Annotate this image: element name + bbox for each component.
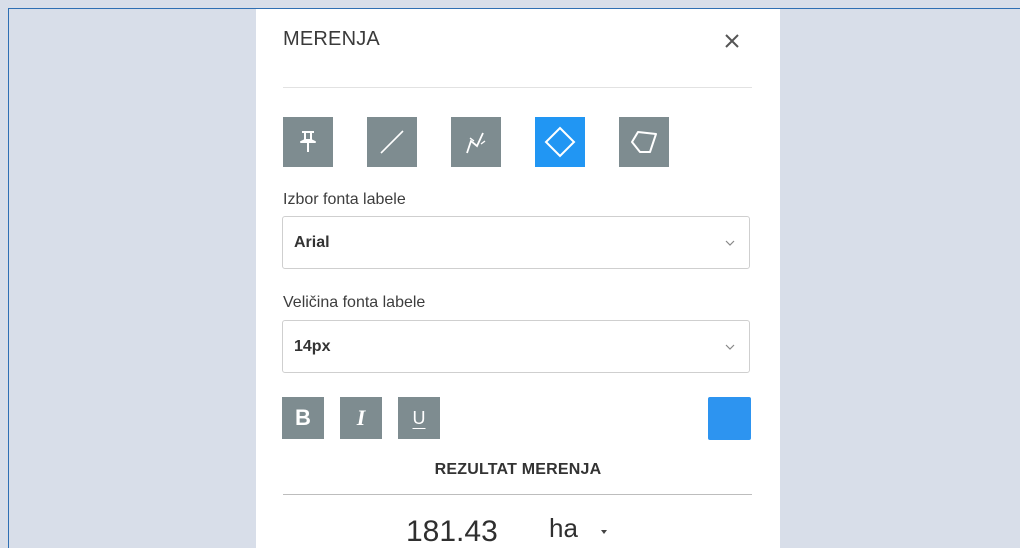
header-divider	[283, 87, 752, 88]
font-select[interactable]: Arial	[282, 216, 750, 269]
caret-down-icon[interactable]	[600, 529, 608, 535]
size-select-label: Veličina fonta labele	[283, 294, 426, 311]
close-button[interactable]	[718, 27, 746, 55]
size-select[interactable]: 14px	[282, 320, 750, 373]
pushpin-icon	[300, 131, 316, 152]
polygon-area-tool-button[interactable]	[619, 117, 669, 167]
chevron-down-icon	[725, 344, 735, 350]
font-select-value: Arial	[294, 234, 330, 251]
underline-label: U	[412, 407, 426, 428]
rectangle-area-tool-button[interactable]	[535, 117, 585, 167]
label-color-picker[interactable]	[708, 397, 751, 440]
font-select-label: Izbor fonta labele	[283, 191, 406, 208]
result-value: 181.43	[406, 515, 498, 548]
diamond-icon	[544, 126, 576, 158]
underline-button[interactable]: U	[398, 397, 440, 439]
polyline-tool-button[interactable]	[451, 117, 501, 167]
line-tool-button[interactable]	[367, 117, 417, 167]
bold-label: B	[295, 405, 311, 430]
close-icon	[725, 34, 739, 48]
italic-label: I	[356, 405, 366, 430]
measurement-panel: MERENJA Izbor fonta labele Arial Veličin…	[256, 9, 780, 548]
pin-tool-button[interactable]	[283, 117, 333, 167]
panel-title: MERENJA	[283, 28, 380, 50]
line-icon	[380, 130, 404, 154]
bold-button[interactable]: B	[282, 397, 324, 439]
italic-button[interactable]: I	[340, 397, 382, 439]
result-divider	[283, 494, 752, 495]
polyline-icon	[466, 132, 486, 154]
chevron-down-icon	[725, 240, 735, 246]
result-title: REZULTAT MERENJA	[434, 461, 602, 478]
unit-select[interactable]: ha	[549, 513, 578, 544]
size-select-value: 14px	[294, 338, 331, 355]
polygon-icon	[631, 131, 657, 153]
